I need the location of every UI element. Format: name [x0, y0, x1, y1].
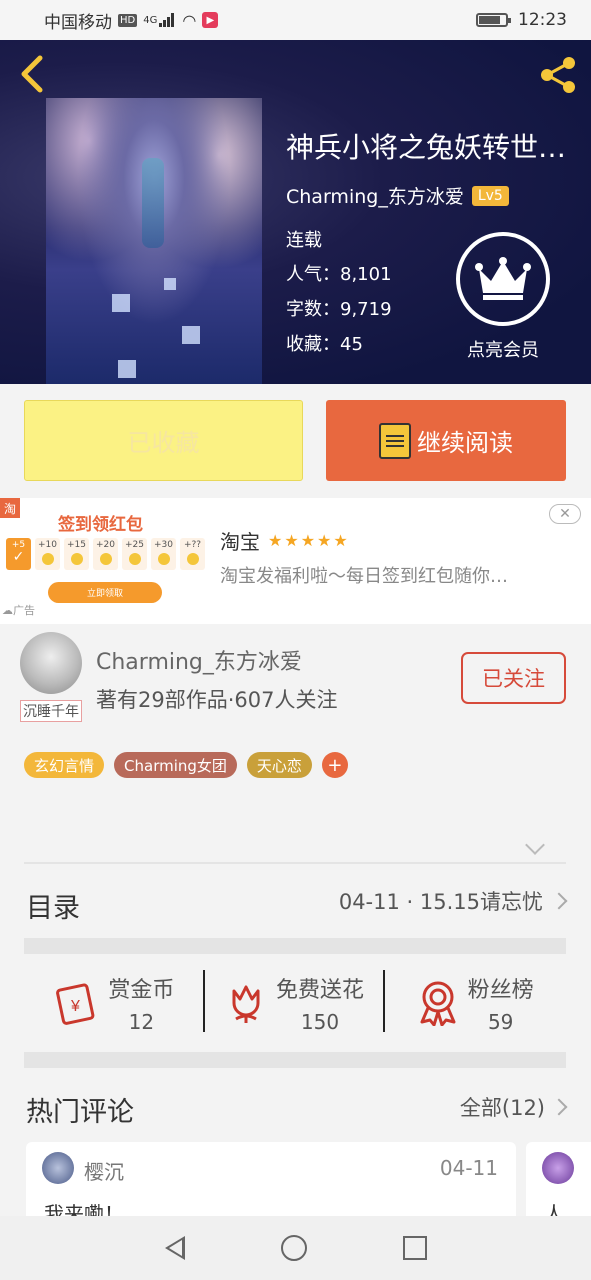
continue-reading-button[interactable]: 继续阅读 — [326, 400, 566, 481]
serial-status: 连载 — [286, 230, 322, 251]
coin-day: +25 — [122, 538, 147, 570]
tag[interactable]: 天心恋 — [246, 752, 312, 778]
nav-recents-icon[interactable] — [402, 1236, 427, 1260]
favorited-button[interactable]: 已收藏 — [24, 400, 303, 481]
book-cover[interactable] — [46, 98, 262, 384]
send-flower-button[interactable]: 免费送花 150 — [205, 954, 386, 1052]
back-icon[interactable] — [16, 54, 46, 101]
clock: 12:23 — [518, 10, 567, 30]
carrier-name: 中国移动 — [44, 12, 112, 33]
chevron-right-icon — [550, 892, 568, 910]
coin-day: +30 — [151, 538, 176, 570]
cover-figure — [142, 158, 164, 248]
tag[interactable]: Charming女团 — [114, 752, 237, 778]
book-title: 神兵小将之兔妖转世… — [286, 131, 567, 164]
crown-icon[interactable] — [456, 232, 550, 326]
level-badge: Lv5 — [471, 185, 509, 206]
favorites-stat: 收藏：45 — [286, 334, 363, 355]
reward-label: 赏金币 — [108, 978, 175, 1003]
tag[interactable]: 玄幻言情 — [24, 752, 105, 778]
avatar[interactable] — [42, 1152, 74, 1184]
svg-text:¥: ¥ — [70, 998, 80, 1015]
all-comments-link[interactable]: 全部(12) — [460, 1092, 568, 1122]
avatar-tag: 沉睡千年 — [20, 700, 82, 722]
fan-ranking-button[interactable]: 粉丝榜 59 — [385, 954, 566, 1052]
tag-list: 玄幻言情 Charming女团 天心恋 + — [24, 752, 348, 778]
add-tag-button[interactable]: + — [321, 752, 348, 778]
book-icon — [379, 422, 411, 459]
hot-comments-label: 热门评论 — [26, 1097, 134, 1128]
section-band — [24, 1052, 566, 1068]
taobao-icon: 淘 — [0, 498, 20, 518]
wifi-icon: ◠ — [182, 10, 197, 30]
avatar[interactable] — [542, 1152, 574, 1184]
chevron-right-icon — [550, 1098, 568, 1116]
ribbon-medal-icon — [420, 981, 456, 1026]
author-line[interactable]: Charming_东方冰爱 Lv5 — [286, 182, 509, 209]
action-bar: 已收藏 继续阅读 — [0, 384, 591, 498]
author-name[interactable]: Charming_东方冰爱 — [286, 182, 464, 209]
continue-reading-label: 继续阅读 — [417, 429, 513, 457]
nav-home-icon[interactable] — [280, 1235, 307, 1261]
popularity-stat: 人气：8,101 — [286, 264, 392, 285]
rating-stars: ★★★★★ — [268, 531, 350, 550]
ad-description: 淘宝发福利啦～每日签到红包随你… — [220, 566, 508, 587]
battery-icon — [476, 13, 511, 27]
signal-icon — [159, 13, 175, 27]
hd-badge: HD — [118, 13, 138, 27]
system-nav-bar — [0, 1216, 591, 1280]
network-type: 4G — [143, 14, 158, 26]
latest-chapter[interactable]: 04-11 · 15.15请忘忧 — [339, 886, 568, 916]
catalog-label: 目录 — [26, 893, 80, 924]
book-header: 神兵小将之兔妖转世… Charming_东方冰爱 Lv5 连载 人气：8,101… — [0, 40, 591, 384]
reward-label: 粉丝榜 — [467, 978, 534, 1003]
vip-label[interactable]: 点亮会员 — [458, 336, 548, 362]
ad-shop: 淘宝 ★★★★★ — [220, 526, 350, 555]
author-card: 沉睡千年 Charming_东方冰爱 著有29部作品·607人关注 已关注 玄幻… — [0, 624, 591, 864]
author-name[interactable]: Charming_东方冰爱 — [96, 644, 302, 676]
coin-day: +15 — [64, 538, 89, 570]
nav-back-icon[interactable] — [164, 1236, 185, 1260]
close-icon[interactable]: ✕ — [549, 504, 581, 524]
coin-day: +?? — [180, 538, 205, 570]
red-envelope-icon: ¥ — [56, 983, 95, 1025]
comment-date: 04-11 — [439, 1156, 498, 1180]
flower-icon — [232, 985, 260, 1023]
reward-count: 59 — [487, 1010, 514, 1034]
catalog-row[interactable]: 目录 04-11 · 15.15请忘忧 — [0, 864, 591, 938]
status-bar: 中国移动 HD 4G ◠ ▶ 12:23 — [0, 0, 591, 40]
reward-count: 150 — [300, 1010, 340, 1034]
reward-label: 免费送花 — [276, 978, 365, 1003]
coin-row: +5 ✓ +10 +15 +20 +25 +30 +?? — [6, 538, 205, 570]
ad-label: ☁广告 — [2, 604, 35, 617]
claim-button[interactable]: 立即领取 — [48, 582, 162, 603]
ad-banner[interactable]: 淘 签到领红包 +5 ✓ +10 +15 +20 +25 +30 +?? 立即领取… — [0, 498, 591, 624]
chevron-down-icon[interactable] — [525, 835, 545, 855]
word-count-stat: 字数：9,719 — [286, 299, 392, 320]
ad-banner-title: 签到领红包 — [58, 515, 143, 535]
avatar[interactable] — [20, 632, 82, 694]
coin-reward-button[interactable]: ¥ 赏金币 12 — [24, 954, 205, 1052]
coin-day: +5 ✓ — [6, 538, 31, 570]
comment-user[interactable]: 樱沉 — [84, 1156, 124, 1185]
app-notification-icon: ▶ — [202, 12, 219, 28]
hot-comments: 热门评论 全部(12) 樱沉 04-11 我来嘞！ 人 — [0, 1068, 591, 1232]
share-icon[interactable] — [537, 54, 579, 96]
reward-bar: ¥ 赏金币 12 免费送花 150 粉丝榜 59 — [24, 954, 566, 1052]
shop-name: 淘宝 — [220, 530, 260, 554]
author-stats: 著有29部作品·607人关注 — [96, 688, 338, 712]
reward-count: 12 — [128, 1010, 155, 1034]
coin-day: +10 — [35, 538, 60, 570]
coin-day: +20 — [93, 538, 118, 570]
section-band — [24, 938, 566, 954]
follow-button[interactable]: 已关注 — [461, 652, 566, 704]
